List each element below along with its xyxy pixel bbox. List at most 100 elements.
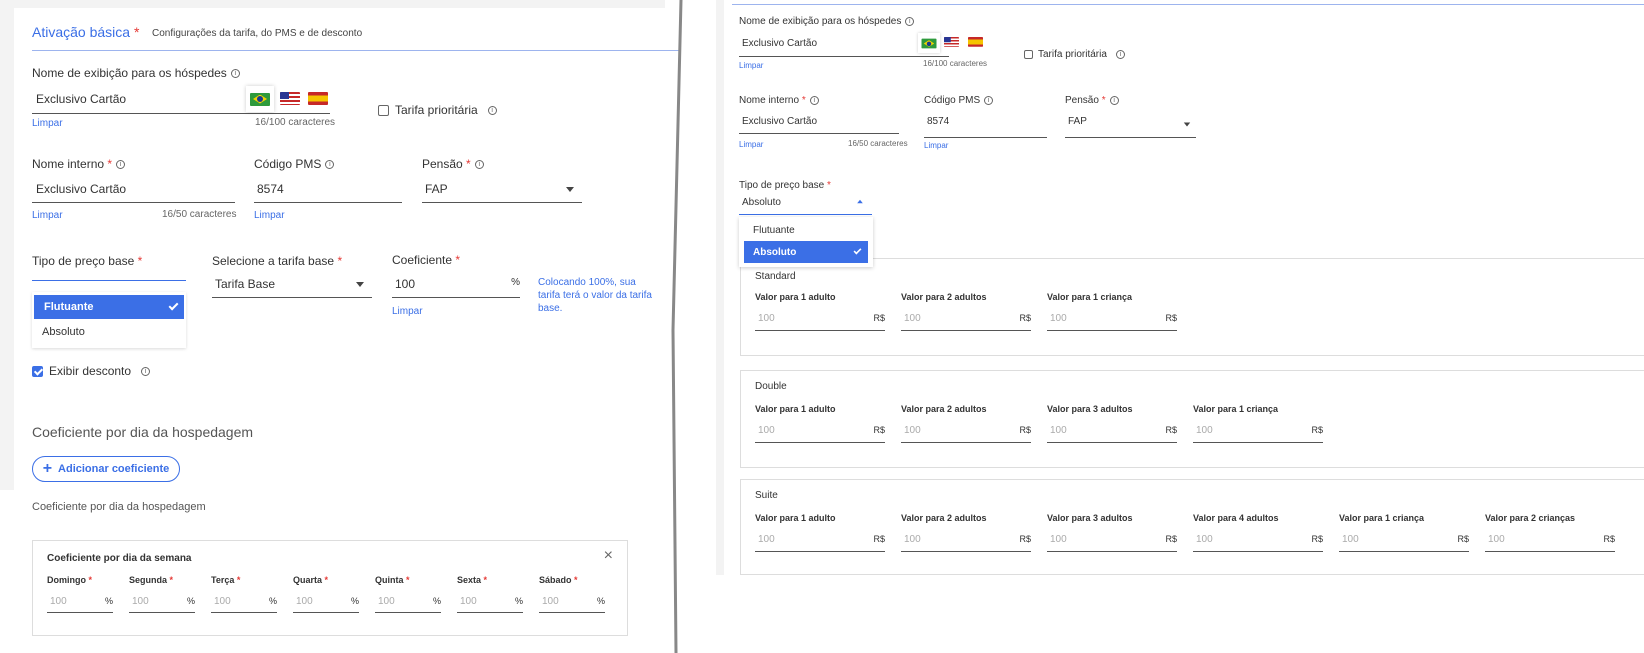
- chevron-down-icon: [1183, 122, 1191, 127]
- currency-unit: R$: [1019, 425, 1031, 435]
- internal-name-count: 16/50 caracteres: [162, 209, 237, 220]
- pms-code-input[interactable]: 8574: [254, 177, 402, 203]
- r-display-name-clear[interactable]: Limpar: [739, 61, 763, 70]
- currency-unit: R$: [1019, 313, 1031, 323]
- r-lang-pt-button[interactable]: [918, 33, 940, 53]
- check-icon: [853, 246, 862, 255]
- room-name: Standard: [755, 271, 796, 282]
- weekday-value: 100: [132, 596, 149, 607]
- room-price-value: 100: [1050, 425, 1067, 436]
- percent-unit: %: [514, 596, 523, 606]
- r-base-type-option-floating[interactable]: Flutuante: [739, 219, 873, 241]
- weekday-input[interactable]: 100%: [211, 591, 277, 613]
- room-price-label: Valor para 2 adultos: [901, 404, 987, 414]
- room-price-input[interactable]: 100 R$: [755, 307, 885, 331]
- show-discount-checkbox[interactable]: [32, 365, 43, 377]
- r-pension-label: Pensão * i: [1065, 95, 1119, 106]
- r-internal-name-clear[interactable]: Limpar: [739, 140, 763, 149]
- currency-unit: R$: [873, 534, 885, 544]
- display-name-clear[interactable]: Limpar: [32, 118, 63, 129]
- room-price-input[interactable]: 100 R$: [1339, 528, 1469, 552]
- room-price-label: Valor para 2 crianças: [1485, 513, 1576, 523]
- weekday-input[interactable]: 100%: [375, 591, 441, 613]
- lang-pt-button[interactable]: [246, 86, 274, 112]
- display-name-label: Nome de exibição para os hóspedes i: [32, 66, 240, 80]
- r-priority-checkbox[interactable]: [1024, 50, 1033, 59]
- r-pension-value: FAP: [1068, 116, 1087, 127]
- room-price-input[interactable]: 100 R$: [1193, 419, 1323, 443]
- brazil-flag-icon: [921, 38, 937, 48]
- room-price-input[interactable]: 100 R$: [901, 307, 1031, 331]
- weekday-input[interactable]: 100%: [293, 591, 359, 613]
- room-price-input[interactable]: 100 R$: [1485, 528, 1615, 552]
- room-price-value: 100: [904, 425, 921, 436]
- base-type-option-absolute[interactable]: Absoluto: [32, 319, 186, 345]
- lang-en-button[interactable]: [280, 92, 300, 110]
- room-price-input[interactable]: 100 R$: [901, 419, 1031, 443]
- room-price-input[interactable]: 100 R$: [755, 419, 885, 443]
- weekday-input[interactable]: 100%: [47, 591, 113, 613]
- internal-name-input[interactable]: Exclusivo Cartão: [32, 177, 235, 203]
- r-pms-code-input[interactable]: 8574: [924, 111, 1047, 138]
- pms-code-clear[interactable]: Limpar: [254, 210, 285, 221]
- section-divider: [32, 50, 680, 51]
- r-pms-code-clear[interactable]: Limpar: [924, 141, 948, 150]
- r-internal-name-input[interactable]: Exclusivo Cartão: [739, 111, 899, 134]
- room-price-label: Valor para 1 criança: [1193, 404, 1279, 414]
- weekday-label: Sexta *: [457, 575, 488, 585]
- split-divider: [671, 0, 683, 653]
- room-price-input[interactable]: 100 R$: [1193, 528, 1323, 552]
- base-rate-select[interactable]: Tarifa Base: [212, 272, 372, 298]
- room-price-input[interactable]: 100 R$: [901, 528, 1031, 552]
- weekday-input[interactable]: 100%: [129, 591, 195, 613]
- r-lang-en-button[interactable]: [944, 37, 959, 51]
- coefficient-input[interactable]: 100%: [392, 272, 520, 298]
- lang-es-button[interactable]: [308, 92, 328, 110]
- section-title: Ativação básica *: [32, 24, 140, 40]
- add-coefficient-button[interactable]: + Adicionar coeficiente: [32, 456, 180, 482]
- room-price-input[interactable]: 100 R$: [1047, 419, 1177, 443]
- weekday-label: Domingo *: [47, 575, 93, 585]
- room-price-value: 100: [1342, 534, 1359, 545]
- priority-toggle[interactable]: Tarifa prioritária i: [378, 103, 497, 117]
- room-price-label: Valor para 1 criança: [1339, 513, 1425, 523]
- base-type-option-floating[interactable]: Flutuante: [34, 295, 184, 319]
- room-price-input[interactable]: 100 R$: [1047, 528, 1177, 552]
- usa-flag-icon: [280, 92, 300, 105]
- show-discount-toggle[interactable]: Exibir desconto i: [32, 364, 151, 378]
- coefficient-clear[interactable]: Limpar: [392, 306, 423, 317]
- room-price-value: 100: [1488, 534, 1505, 545]
- chevron-down-icon: [356, 282, 364, 287]
- r-base-type-option-absolute[interactable]: Absoluto: [744, 241, 868, 263]
- room-price-input[interactable]: 100 R$: [755, 528, 885, 552]
- r-internal-name-label: Nome interno * i: [739, 95, 819, 106]
- currency-unit: R$: [1019, 534, 1031, 544]
- info-icon: i: [116, 160, 126, 170]
- weekday-input[interactable]: 100%: [539, 591, 605, 613]
- room-price-input[interactable]: 100 R$: [1047, 307, 1177, 331]
- percent-unit: %: [268, 596, 277, 606]
- check-icon: [168, 300, 179, 311]
- close-icon[interactable]: ×: [604, 547, 613, 565]
- pension-select[interactable]: FAP: [422, 177, 582, 203]
- weekday-input[interactable]: 100%: [457, 591, 523, 613]
- r-lang-es-button[interactable]: [968, 37, 983, 51]
- info-icon: i: [1109, 95, 1119, 105]
- percent-unit: %: [596, 596, 605, 606]
- internal-name-clear[interactable]: Limpar: [32, 210, 63, 221]
- info-icon: i: [905, 16, 915, 26]
- pms-code-label: Código PMS i: [254, 157, 335, 171]
- priority-checkbox[interactable]: [378, 104, 389, 116]
- priority-label: Tarifa prioritária: [395, 103, 478, 117]
- weekday-value: 100: [296, 596, 313, 607]
- info-icon: i: [809, 95, 819, 105]
- week-coefficient-card: Coeficiente por dia da semana × Domingo …: [32, 540, 628, 636]
- left-panel: Ativação básica * Configurações da tarif…: [0, 0, 680, 653]
- r-pension-select[interactable]: FAP: [1065, 111, 1196, 138]
- base-type-dropdown: Flutuante Absoluto: [32, 292, 186, 348]
- percent-unit: %: [432, 596, 441, 606]
- percent-unit: %: [104, 596, 113, 606]
- r-base-type-select[interactable]: Absoluto: [739, 193, 872, 215]
- weekday-label: Sábado *: [539, 575, 578, 585]
- r-priority-toggle[interactable]: Tarifa prioritária i: [1024, 49, 1125, 60]
